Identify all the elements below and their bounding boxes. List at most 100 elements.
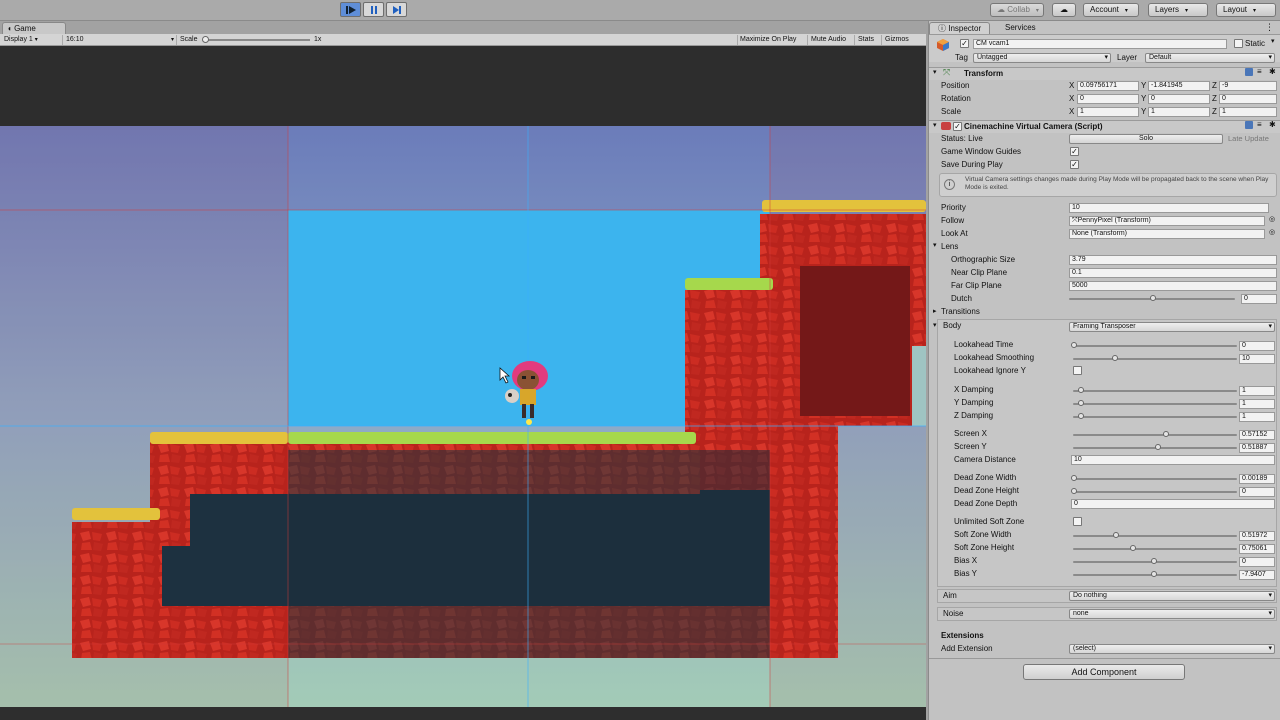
screen-y-field[interactable]: 0.51887 [1239,443,1275,453]
static-dropdown-icon[interactable]: ▾ [1271,37,1275,45]
add-extension-dropdown[interactable]: (select) [1069,644,1275,654]
rotation-y-field[interactable]: 0 [1148,94,1210,104]
solo-button[interactable]: Solo [1069,134,1223,144]
rotation-z-field[interactable]: 0 [1219,94,1277,104]
z-damping-thumb[interactable] [1078,413,1084,419]
rotation-x-field[interactable]: 0 [1077,94,1139,104]
layout-dropdown[interactable]: Layout ▾ [1216,3,1276,17]
bias-y-field[interactable]: -7.9407 [1239,570,1275,580]
lookahead-time-thumb[interactable] [1071,342,1077,348]
foldout-arrow-icon[interactable]: ▾ [933,121,937,129]
help-icon[interactable] [1245,68,1253,76]
aim-dropdown[interactable]: Do nothing [1069,591,1275,601]
soft-zone-width-thumb[interactable] [1113,532,1119,538]
gizmos-dropdown[interactable]: Gizmos [885,34,909,46]
follow-field[interactable]: ⤧PennyPixel (Transform) [1069,216,1265,226]
look-at-field[interactable]: None (Transform) [1069,229,1265,239]
screen-y-thumb[interactable] [1155,444,1161,450]
object-active-checkbox[interactable]: ✓ [960,39,969,48]
position-x-field[interactable]: 0.09756171 [1077,81,1139,91]
lookahead-time-slider[interactable] [1073,345,1237,347]
dutch-field[interactable]: 0 [1241,294,1277,304]
static-checkbox[interactable] [1234,39,1243,48]
lookahead-time-field[interactable]: 0 [1239,341,1275,351]
game-view[interactable] [0,46,926,720]
lookahead-smoothing-slider[interactable] [1073,358,1237,360]
position-z-field[interactable]: -9 [1219,81,1277,91]
play-button[interactable] [340,2,361,17]
layers-dropdown[interactable]: Layers ▾ [1148,3,1208,17]
foldout-arrow-icon[interactable]: ▸ [933,307,937,315]
position-y-field[interactable]: -1.841945 [1148,81,1210,91]
z-damping-field[interactable]: 1 [1239,412,1275,422]
camera-distance-field[interactable]: 10 [1071,455,1275,465]
soft-zone-width-field[interactable]: 0.51972 [1239,531,1275,541]
y-damping-field[interactable]: 1 [1239,399,1275,409]
dead-zone-height-thumb[interactable] [1071,488,1077,494]
scale-x-field[interactable]: 1 [1077,107,1139,117]
dead-zone-width-field[interactable]: 0.00189 [1239,474,1275,484]
y-damping-thumb[interactable] [1078,400,1084,406]
preset-icon[interactable]: ≡ [1257,67,1262,76]
screen-x-slider[interactable] [1073,434,1237,436]
scale-y-field[interactable]: 1 [1148,107,1210,117]
lookahead-ignore-y-checkbox[interactable] [1073,366,1082,375]
object-name-field[interactable]: CM vcam1 [973,39,1227,49]
body-dropdown[interactable]: Framing Transposer [1069,322,1275,332]
help-icon[interactable] [1245,121,1253,129]
save-during-play-checkbox[interactable]: ✓ [1070,160,1079,169]
screen-x-field[interactable]: 0.57152 [1239,430,1275,440]
cloud-button[interactable]: ☁ [1052,3,1076,17]
lookahead-smoothing-thumb[interactable] [1112,355,1118,361]
scale-slider[interactable] [204,39,310,41]
x-damping-field[interactable]: 1 [1239,386,1275,396]
transitions-foldout[interactable]: Transitions [941,306,980,318]
x-damping-thumb[interactable] [1078,387,1084,393]
mute-audio-toggle[interactable]: Mute Audio [811,34,846,46]
near-clip-field[interactable]: 0.1 [1069,268,1277,278]
tab-services[interactable]: Services [997,22,1044,34]
foldout-arrow-icon[interactable]: ▾ [933,241,937,249]
foldout-arrow-icon[interactable]: ▾ [933,68,937,76]
layer-dropdown[interactable]: Default [1145,53,1275,63]
stats-toggle[interactable]: Stats [858,34,874,46]
gear-icon[interactable]: ✱ [1269,120,1276,129]
scale-z-field[interactable]: 1 [1219,107,1277,117]
gear-icon[interactable]: ✱ [1269,67,1276,76]
dead-zone-depth-field[interactable]: 0 [1071,499,1275,509]
tag-dropdown[interactable]: Untagged [973,53,1111,63]
bias-y-thumb[interactable] [1151,571,1157,577]
soft-zone-width-slider[interactable] [1073,535,1237,537]
noise-dropdown[interactable]: none [1069,609,1275,619]
y-damping-slider[interactable] [1073,403,1237,405]
dead-zone-height-slider[interactable] [1073,491,1237,493]
z-damping-slider[interactable] [1073,416,1237,418]
screen-x-thumb[interactable] [1163,431,1169,437]
preset-icon[interactable]: ≡ [1257,120,1262,129]
aspect-dropdown[interactable]: 16:10 ▾ [66,34,176,46]
lens-foldout[interactable]: Lens [941,241,958,253]
scale-slider-thumb[interactable] [202,36,209,43]
object-picker-icon[interactable]: ◎ [1269,215,1275,223]
tab-inspector[interactable]: ⓘ Inspector [929,22,991,34]
dead-zone-width-slider[interactable] [1073,478,1237,480]
account-dropdown[interactable]: Account ▾ [1083,3,1139,17]
soft-zone-height-field[interactable]: 0.75061 [1239,544,1275,554]
far-clip-field[interactable]: 5000 [1069,281,1277,291]
x-damping-slider[interactable] [1073,390,1237,392]
collab-dropdown[interactable]: ☁ Collab ▾ [990,3,1044,17]
game-window-guides-checkbox[interactable]: ✓ [1070,147,1079,156]
priority-field[interactable]: 10 [1069,203,1269,213]
bias-x-thumb[interactable] [1151,558,1157,564]
soft-zone-height-slider[interactable] [1073,548,1237,550]
dead-zone-width-thumb[interactable] [1071,475,1077,481]
bias-x-field[interactable]: 0 [1239,557,1275,567]
soft-zone-height-thumb[interactable] [1130,545,1136,551]
dutch-slider-thumb[interactable] [1150,295,1156,301]
foldout-arrow-icon[interactable]: ▾ [933,321,937,329]
tab-game[interactable]: ◖ Game [2,22,66,34]
unlimited-soft-zone-checkbox[interactable] [1073,517,1082,526]
object-picker-icon[interactable]: ◎ [1269,228,1275,236]
lookahead-smoothing-field[interactable]: 10 [1239,354,1275,364]
step-button[interactable] [386,2,407,17]
